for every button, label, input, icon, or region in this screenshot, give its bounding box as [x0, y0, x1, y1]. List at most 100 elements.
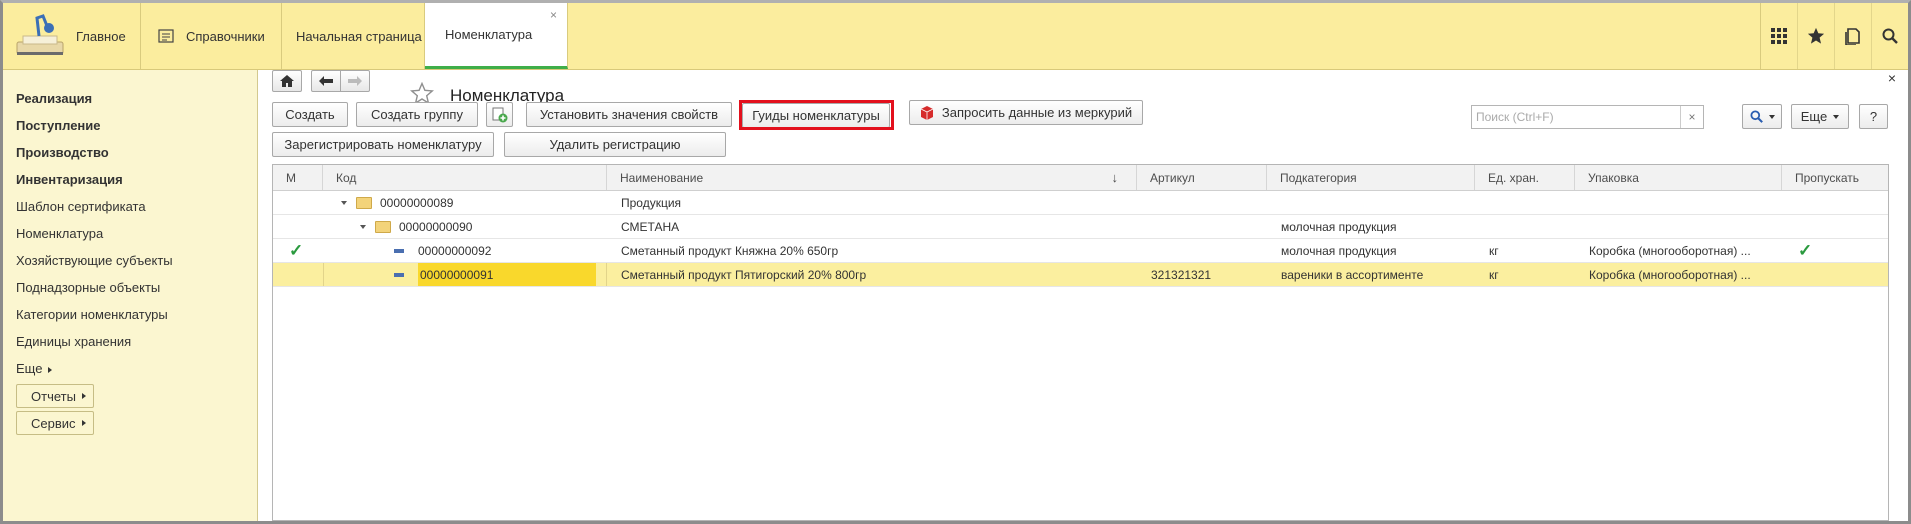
column-header-article[interactable]: Артикул	[1137, 165, 1267, 190]
tab-home[interactable]: Главное	[3, 3, 141, 69]
table-row[interactable]: ✓ 00000000092 Сметанный продукт Княжна 2…	[273, 239, 1888, 263]
unit-cell: кг	[1489, 267, 1499, 282]
forward-button[interactable]	[340, 70, 370, 92]
tab-references-label: Справочники	[186, 28, 265, 44]
tab-close-icon[interactable]: ×	[550, 8, 557, 22]
register-nomenclature-button[interactable]: Зарегистрировать номенклатуру	[272, 132, 494, 157]
copy-item-button[interactable]	[486, 102, 513, 127]
tab-home-label: Главное	[76, 28, 126, 44]
apps-grid-icon[interactable]	[1761, 3, 1798, 69]
help-button[interactable]: ?	[1859, 104, 1888, 129]
sidebar-item-production[interactable]: Производство	[16, 145, 109, 160]
item-icon	[394, 272, 404, 277]
sidebar: Реализация Поступление Производство Инве…	[3, 70, 258, 521]
subcategory-cell: молочная продукция	[1281, 219, 1397, 234]
code-cell-selected[interactable]: 00000000091	[418, 263, 596, 286]
table-row[interactable]: 00000000090 СМЕТАНА молочная продукция	[273, 215, 1888, 239]
search-icon[interactable]	[1872, 3, 1908, 69]
copy-add-icon	[492, 107, 507, 122]
column-header-subcategory[interactable]: Подкатегория	[1267, 165, 1475, 190]
search-placeholder: Поиск (Ctrl+F)	[1476, 110, 1554, 124]
sidebar-item-supervised-objects[interactable]: Поднадзорные объекты	[16, 280, 160, 295]
service-button[interactable]: Сервис	[16, 411, 94, 435]
sidebar-item-storage-units[interactable]: Единицы хранения	[16, 334, 131, 349]
service-button-label: Сервис	[31, 415, 76, 431]
table-row[interactable]: 00000000089 Продукция	[273, 191, 1888, 215]
item-cell: 00000000091	[394, 263, 596, 286]
chevron-right-icon	[81, 393, 86, 399]
expand-caret-icon[interactable]	[341, 200, 347, 205]
arrow-left-icon	[319, 76, 333, 86]
favorites-star-icon[interactable]	[1798, 3, 1835, 69]
tab-nomenclature-label: Номенклатура	[445, 27, 533, 42]
sidebar-item-nomenclature[interactable]: Номенклатура	[16, 226, 103, 241]
expand-caret-icon[interactable]	[360, 224, 366, 229]
highlight-box	[739, 100, 894, 130]
sidebar-item-inventory[interactable]: Инвентаризация	[16, 172, 123, 187]
code-cell: 00000000092	[418, 243, 492, 258]
unit-cell: кг	[1489, 243, 1499, 258]
back-button[interactable]	[311, 70, 341, 92]
sidebar-item-nomenclature-categories[interactable]: Категории номенклатуры	[16, 307, 168, 322]
item-icon	[394, 248, 404, 253]
home-button[interactable]	[272, 70, 302, 92]
close-form-icon[interactable]: ×	[1888, 70, 1896, 86]
more-button-label: Еще	[1800, 109, 1828, 124]
column-header-package[interactable]: Упаковка	[1575, 165, 1782, 190]
delete-registration-button[interactable]: Удалить регистрацию	[504, 132, 726, 157]
reports-button-label: Отчеты	[31, 388, 76, 404]
reports-button[interactable]: Отчеты	[16, 384, 94, 408]
nomenclature-table: М Код Наименование ↓ Артикул Подкатегори…	[272, 164, 1889, 521]
folder-icon	[375, 220, 391, 233]
sort-arrow-icon: ↓	[1111, 170, 1119, 185]
column-header-mark[interactable]: М	[273, 165, 323, 190]
sidebar-item-business-entities[interactable]: Хозяйствующие субъекты	[16, 253, 173, 268]
group-cell: 00000000089	[341, 191, 453, 214]
form-content: Номенклатура × Создать Создать группу Ус…	[258, 70, 1908, 521]
chevron-right-icon	[81, 420, 86, 426]
search-input[interactable]: Поиск (Ctrl+F) ×	[1471, 105, 1704, 129]
chevron-right-icon	[48, 366, 53, 373]
clear-search-icon[interactable]: ×	[1680, 106, 1703, 128]
subcategory-cell: молочная продукция	[1281, 243, 1397, 258]
tab-start-page[interactable]: Начальная страница	[282, 3, 425, 69]
name-cell: СМЕТАНА	[621, 219, 680, 234]
set-properties-button[interactable]: Установить значения свойств	[526, 102, 732, 127]
sidebar-item-certificate-template[interactable]: Шаблон сертификата	[16, 199, 146, 214]
table-row-selected[interactable]: 00000000091 Сметанный продукт Пятигорски…	[273, 263, 1888, 287]
tab-start-page-label: Начальная страница	[296, 28, 422, 44]
search-options-button[interactable]	[1742, 104, 1782, 129]
sidebar-item-sales[interactable]: Реализация	[16, 91, 92, 106]
checkmark-icon: ✓	[289, 240, 304, 260]
package-cell: Коробка (многооборотная) ...	[1589, 267, 1751, 282]
column-header-skip[interactable]: Пропускать	[1782, 165, 1888, 190]
arrow-right-icon	[348, 76, 362, 86]
column-header-name-label: Наименование	[620, 170, 704, 185]
name-cell: Продукция	[621, 195, 682, 210]
create-button[interactable]: Создать	[272, 102, 348, 127]
group-cell: 00000000090	[360, 215, 472, 238]
checkmark-icon: ✓	[1798, 240, 1813, 260]
list-icon	[158, 29, 174, 43]
name-cell: Сметанный продукт Пятигорский 20% 800гр	[621, 267, 867, 282]
top-icons-group	[1760, 3, 1908, 69]
table-header: М Код Наименование ↓ Артикул Подкатегори…	[273, 165, 1888, 191]
sidebar-item-receipts[interactable]: Поступление	[16, 118, 101, 133]
sidebar-more-label: Еще	[16, 361, 43, 376]
request-mercury-button[interactable]: Запросить данные из меркурий	[909, 100, 1143, 125]
create-group-button[interactable]: Создать группу	[356, 102, 478, 127]
app-window: Главное Справочники Начальная страница Н…	[0, 0, 1911, 524]
column-header-unit[interactable]: Ед. хран.	[1475, 165, 1575, 190]
item-cell: 00000000092	[394, 239, 491, 262]
chevron-down-icon	[1768, 114, 1775, 119]
more-button[interactable]: Еще	[1791, 104, 1849, 129]
sidebar-item-more[interactable]: Еще	[16, 361, 53, 376]
column-header-code[interactable]: Код	[323, 165, 607, 190]
top-section-bar: Главное Справочники Начальная страница Н…	[3, 3, 1908, 70]
home-icon	[280, 75, 294, 87]
tab-nomenclature[interactable]: Номенклатура ×	[425, 3, 568, 69]
tab-references[interactable]: Справочники	[142, 3, 282, 69]
column-header-name[interactable]: Наименование ↓	[607, 165, 1137, 190]
favorite-star-icon[interactable]	[410, 82, 434, 104]
history-icon[interactable]	[1835, 3, 1872, 69]
